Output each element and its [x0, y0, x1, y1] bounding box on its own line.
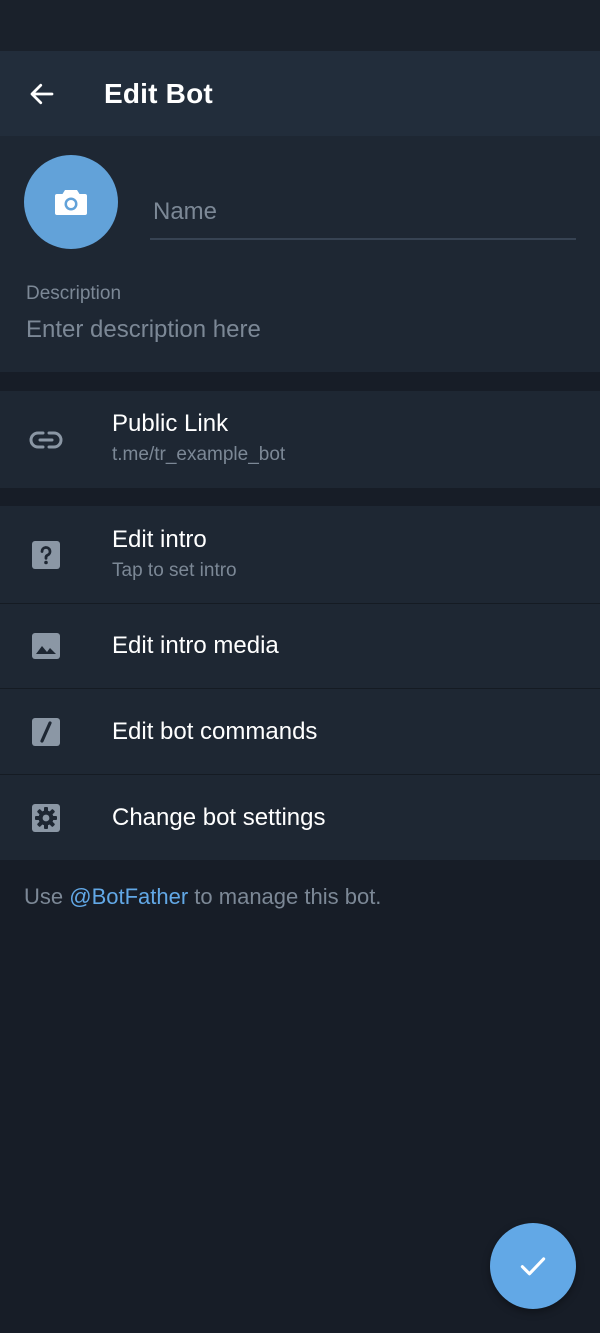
- camera-icon: [55, 190, 87, 215]
- edit-bot-commands-title: Edit bot commands: [112, 718, 318, 745]
- name-field[interactable]: [150, 181, 576, 240]
- edit-intro-row[interactable]: Edit intro Tap to set intro: [0, 506, 600, 603]
- description-field[interactable]: [26, 311, 576, 349]
- edit-intro-media-title: Edit intro media: [112, 632, 279, 659]
- avatar-upload-button[interactable]: [24, 155, 118, 249]
- link-icon: [28, 422, 64, 458]
- botfather-link[interactable]: @BotFather: [69, 884, 188, 909]
- name-input[interactable]: [150, 181, 576, 238]
- public-link-card: Public Link t.me/tr_example_bot: [0, 391, 600, 488]
- public-link-title: Public Link: [112, 410, 229, 437]
- section-gap: [0, 372, 600, 391]
- save-button[interactable]: [490, 1223, 576, 1309]
- section-gap: [0, 488, 600, 506]
- edit-intro-subtitle: Tap to set intro: [112, 560, 237, 581]
- edit-intro-title: Edit intro: [112, 526, 207, 553]
- footer-prefix: Use: [24, 884, 70, 909]
- arrow-left-icon: [30, 83, 54, 104]
- help-icon: [28, 537, 64, 573]
- bot-settings-card: Edit intro Tap to set intro Edit intro m…: [0, 506, 600, 860]
- description-input[interactable]: [26, 311, 576, 349]
- footer-suffix: to manage this bot.: [188, 884, 382, 909]
- footer-hint: Use @BotFather to manage this bot.: [24, 884, 381, 910]
- public-link-value: t.me/tr_example_bot: [112, 444, 286, 465]
- image-icon: [28, 628, 64, 664]
- gear-icon: [28, 800, 64, 836]
- description-label: Description: [26, 283, 122, 304]
- change-bot-settings-row[interactable]: Change bot settings: [0, 775, 600, 860]
- slash-icon: [28, 714, 64, 750]
- edit-intro-media-row[interactable]: Edit intro media: [0, 604, 600, 688]
- check-icon: [520, 1257, 546, 1276]
- edit-bot-commands-row[interactable]: Edit bot commands: [0, 689, 600, 774]
- back-button[interactable]: [0, 51, 84, 136]
- public-link-row[interactable]: Public Link t.me/tr_example_bot: [0, 391, 600, 488]
- page-title: Edit Bot: [104, 77, 213, 109]
- change-bot-settings-title: Change bot settings: [112, 804, 326, 831]
- app-bar: Edit Bot: [0, 51, 600, 136]
- status-bar: [0, 0, 600, 51]
